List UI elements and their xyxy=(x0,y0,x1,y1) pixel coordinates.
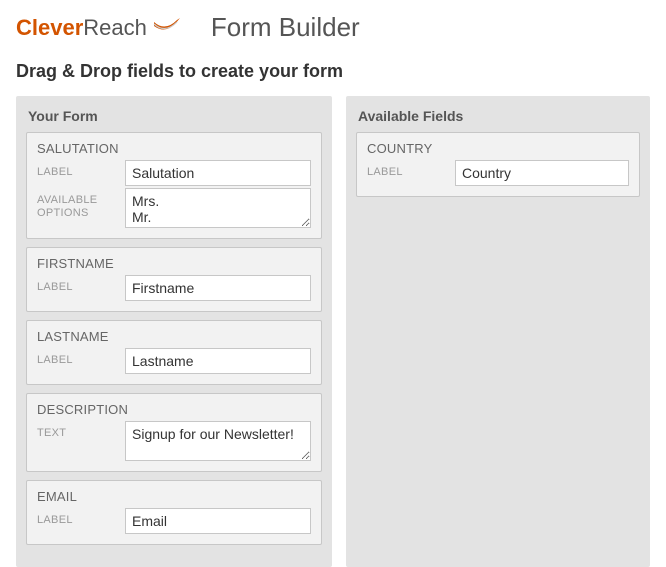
field-name: COUNTRY xyxy=(367,141,629,156)
field-label-caption: LABEL xyxy=(367,160,445,179)
your-form-title: Your Form xyxy=(26,106,322,132)
logo-reach: Reach xyxy=(83,15,147,40)
field-card-description[interactable]: DESCRIPTION TEXT Signup for our Newslett… xyxy=(26,393,322,472)
logo-clever: Clever xyxy=(16,15,83,40)
available-fields-panel: Available Fields COUNTRY LABEL xyxy=(346,96,650,567)
page-title: Form Builder xyxy=(211,12,360,43)
field-label-caption: LABEL xyxy=(37,348,115,367)
firstname-label-input[interactable] xyxy=(125,275,311,301)
header: CleverReach Form Builder xyxy=(0,0,666,51)
field-card-lastname[interactable]: LASTNAME LABEL xyxy=(26,320,322,385)
field-label-caption: LABEL xyxy=(37,275,115,294)
logo-swoosh-icon xyxy=(153,16,181,39)
field-card-firstname[interactable]: FIRSTNAME LABEL xyxy=(26,247,322,312)
field-name: EMAIL xyxy=(37,489,311,504)
salutation-label-input[interactable] xyxy=(125,160,311,186)
columns: Your Form SALUTATION LABEL AVAILABLE OPT… xyxy=(0,96,666,567)
salutation-options-textarea[interactable]: Mrs. Mr. xyxy=(125,188,311,228)
your-form-panel: Your Form SALUTATION LABEL AVAILABLE OPT… xyxy=(16,96,332,567)
lastname-label-input[interactable] xyxy=(125,348,311,374)
field-name: LASTNAME xyxy=(37,329,311,344)
description-text-textarea[interactable]: Signup for our Newsletter! xyxy=(125,421,311,461)
country-label-input[interactable] xyxy=(455,160,629,186)
subheading: Drag & Drop fields to create your form xyxy=(0,51,666,96)
field-label-caption: LABEL xyxy=(37,160,115,179)
email-label-input[interactable] xyxy=(125,508,311,534)
field-card-email[interactable]: EMAIL LABEL xyxy=(26,480,322,545)
field-name: SALUTATION xyxy=(37,141,311,156)
field-name: FIRSTNAME xyxy=(37,256,311,271)
field-card-country[interactable]: COUNTRY LABEL xyxy=(356,132,640,197)
field-card-salutation[interactable]: SALUTATION LABEL AVAILABLE OPTIONS Mrs. … xyxy=(26,132,322,239)
available-fields-title: Available Fields xyxy=(356,106,640,132)
logo: CleverReach xyxy=(16,15,181,41)
field-name: DESCRIPTION xyxy=(37,402,311,417)
field-options-caption: AVAILABLE OPTIONS xyxy=(37,188,115,220)
field-label-caption: LABEL xyxy=(37,508,115,527)
field-text-caption: TEXT xyxy=(37,421,115,440)
